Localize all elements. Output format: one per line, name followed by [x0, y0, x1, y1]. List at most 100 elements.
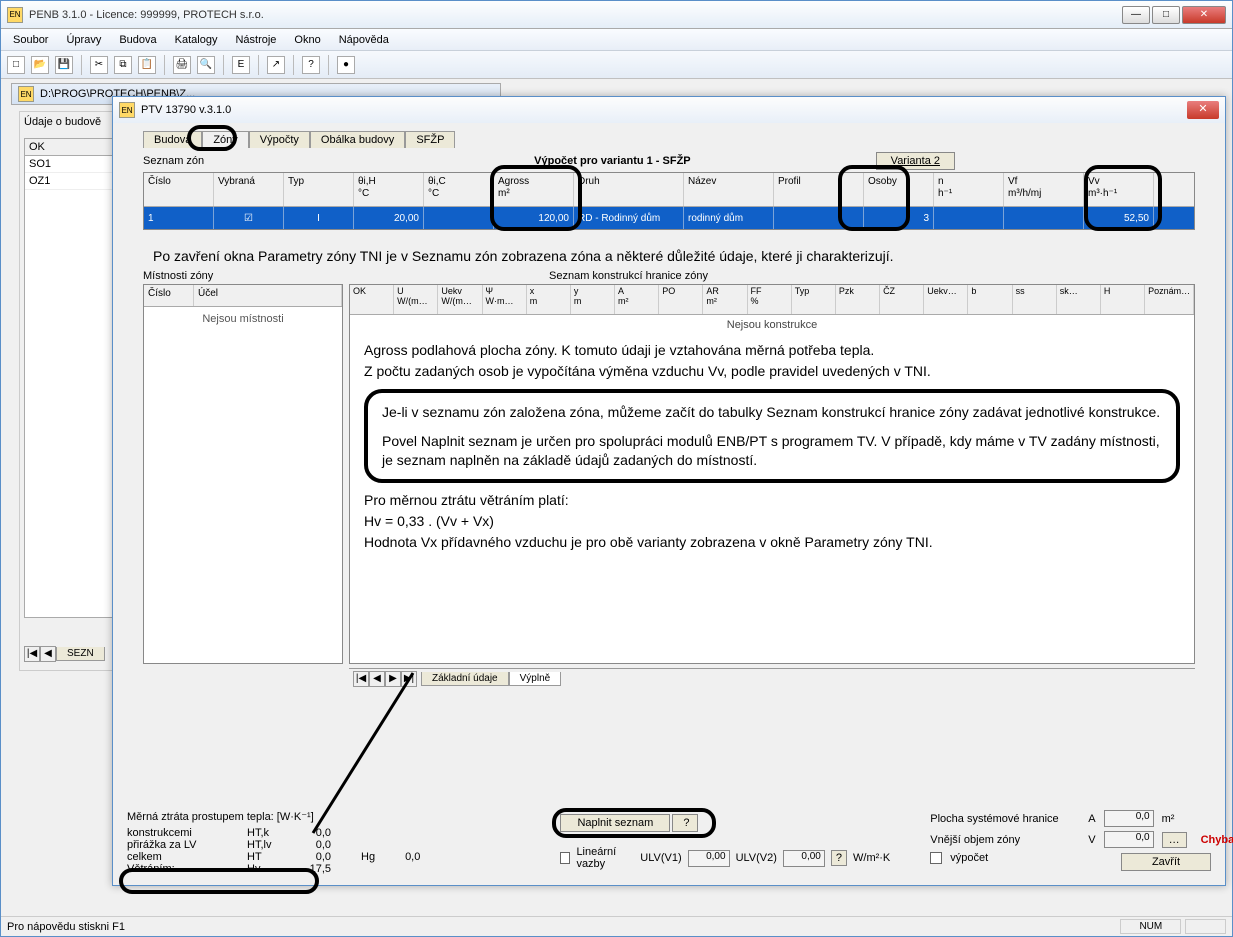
- zones-grid-row[interactable]: 1 ☑ I 20,00 120,00 RD - Rodinný dům rodi…: [144, 207, 1194, 229]
- menu-napoveda[interactable]: Nápověda: [331, 32, 397, 48]
- constr-col[interactable]: ČZ: [880, 285, 924, 314]
- tab-zony[interactable]: Zóny: [202, 131, 248, 148]
- open-icon[interactable]: 📂: [31, 56, 49, 74]
- constr-text-2: Z počtu zadaných osob je vypočítána výmě…: [364, 362, 1180, 381]
- menu-katalogy[interactable]: Katalogy: [167, 32, 226, 48]
- zones-grid: Číslo Vybraná Typ θi,H °C θi,C °C Agross…: [143, 172, 1195, 230]
- ulv-help-button[interactable]: ?: [831, 850, 847, 866]
- menu-soubor[interactable]: Soubor: [5, 32, 56, 48]
- rooms-col-cislo[interactable]: Číslo: [144, 285, 194, 306]
- col-nazev[interactable]: Název: [684, 173, 774, 206]
- col-n[interactable]: n h⁻¹: [934, 173, 1004, 206]
- left-panel-label: Údaje o budově: [24, 116, 114, 128]
- constr-col[interactable]: PO: [659, 285, 703, 314]
- col-vv[interactable]: Vv m³·h⁻¹: [1084, 173, 1154, 206]
- tab-nav-first-icon[interactable]: |◀: [353, 671, 369, 687]
- col-vybrana[interactable]: Vybraná: [214, 173, 284, 206]
- constr-col[interactable]: Uekv…: [924, 285, 968, 314]
- zavrit-button[interactable]: Zavřít: [1121, 853, 1211, 871]
- constructions-grid: OKU W/(m…Uekv W/(m…Ψ W·m…x my mA m²POAR …: [349, 284, 1195, 664]
- tab-sfzp[interactable]: SFŽP: [405, 131, 455, 148]
- constr-col[interactable]: sk…: [1057, 285, 1101, 314]
- constr-col[interactable]: Typ: [792, 285, 836, 314]
- menu-nastroje[interactable]: Nástroje: [227, 32, 284, 48]
- preview-icon[interactable]: 🔍: [197, 56, 215, 74]
- col-tih[interactable]: θi,H °C: [354, 173, 424, 206]
- nav-first-icon[interactable]: |◀: [24, 646, 40, 662]
- col-typ[interactable]: Typ: [284, 173, 354, 206]
- constr-col[interactable]: y m: [571, 285, 615, 314]
- minimize-button[interactable]: ―: [1122, 6, 1150, 24]
- btab-zakladni[interactable]: Základní údaje: [421, 672, 509, 686]
- left-tab-sezn[interactable]: SEZN: [56, 647, 105, 661]
- dialog-titlebar: EN PTV 13790 v.3.1.0 ✕: [113, 97, 1225, 123]
- constr-col[interactable]: Uekv W/(m…: [438, 285, 482, 314]
- paste-icon[interactable]: 📋: [138, 56, 156, 74]
- export-icon[interactable]: ↗: [267, 56, 285, 74]
- col-tic[interactable]: θi,C °C: [424, 173, 494, 206]
- cut-icon[interactable]: ✂: [90, 56, 108, 74]
- menu-okno[interactable]: Okno: [286, 32, 328, 48]
- heat-loss-table: Měrná ztráta prostupem tepla: [W·K⁻¹] ko…: [127, 810, 420, 875]
- nav-prev-icon[interactable]: ◀: [40, 646, 56, 662]
- constr-col[interactable]: AR m²: [703, 285, 747, 314]
- col-druh[interactable]: Druh: [574, 173, 684, 206]
- tab-nav-next-icon[interactable]: ▶: [385, 671, 401, 687]
- print-icon[interactable]: 🖨: [173, 56, 191, 74]
- constr-col[interactable]: Pzk: [836, 285, 880, 314]
- constr-col[interactable]: x m: [527, 285, 571, 314]
- about-icon[interactable]: ●: [337, 56, 355, 74]
- col-vf[interactable]: Vf m³/h/mj: [1004, 173, 1084, 206]
- constr-text-4: Hv = 0,33 . (Vv + Vx): [364, 512, 1180, 531]
- excel-icon[interactable]: E: [232, 56, 250, 74]
- close-button[interactable]: ✕: [1182, 6, 1226, 24]
- explain-text-1: Po zavření okna Parametry zóny TNI je v …: [153, 248, 1185, 264]
- rooms-col-ucel[interactable]: Účel: [194, 285, 342, 306]
- volume-more-button[interactable]: …: [1162, 832, 1187, 848]
- save-icon[interactable]: 💾: [55, 56, 73, 74]
- constr-col[interactable]: FF %: [748, 285, 792, 314]
- left-grid-row[interactable]: OZ1: [25, 173, 113, 190]
- help-icon[interactable]: ?: [302, 56, 320, 74]
- tab-nav-last-icon[interactable]: ▶|: [401, 671, 417, 687]
- new-icon[interactable]: □: [7, 56, 25, 74]
- dialog-close-icon[interactable]: ✕: [1187, 101, 1219, 119]
- menu-upravy[interactable]: Úpravy: [58, 32, 109, 48]
- fill-list-button[interactable]: Naplnit seznam: [560, 814, 670, 832]
- constr-col[interactable]: ss: [1013, 285, 1057, 314]
- constr-text-5: Hodnota Vx přídavného vzduchu je pro obě…: [364, 533, 1180, 552]
- constr-col[interactable]: Ψ W·m…: [483, 285, 527, 314]
- constr-col[interactable]: OK: [350, 285, 394, 314]
- status-num: NUM: [1120, 919, 1181, 934]
- tab-vypocty[interactable]: Výpočty: [249, 131, 310, 148]
- toolbar: □ 📂 💾 ✂ ⧉ 📋 🖨 🔍 E ↗ ? ●: [1, 51, 1232, 79]
- left-grid-row[interactable]: SO1: [25, 156, 113, 173]
- rooms-title: Místnosti zóny: [143, 270, 343, 282]
- constr-col[interactable]: A m²: [615, 285, 659, 314]
- col-agross[interactable]: Agross m²: [494, 173, 574, 206]
- vypocet-checkbox[interactable]: [930, 852, 942, 864]
- constr-col[interactable]: H: [1101, 285, 1145, 314]
- tab-nav-prev-icon[interactable]: ◀: [369, 671, 385, 687]
- constr-col[interactable]: U W/(m…: [394, 285, 438, 314]
- varianta-button[interactable]: Varianta 2: [876, 152, 955, 170]
- maximize-button[interactable]: □: [1152, 6, 1180, 24]
- linear-checkbox[interactable]: [560, 852, 570, 864]
- copy-icon[interactable]: ⧉: [114, 56, 132, 74]
- constr-col[interactable]: b: [968, 285, 1012, 314]
- help-button[interactable]: ?: [672, 814, 698, 832]
- left-grid-header: OK: [25, 139, 113, 156]
- btab-vyplne[interactable]: Výplně: [509, 672, 562, 686]
- col-osoby[interactable]: Osoby: [864, 173, 934, 206]
- dialog-icon: EN: [119, 102, 135, 118]
- menu-budova[interactable]: Budova: [111, 32, 164, 48]
- status-hint: Pro nápovědu stiskni F1: [7, 921, 125, 933]
- tab-obalka[interactable]: Obálka budovy: [310, 131, 405, 148]
- constr-text-3: Pro měrnou ztrátu větráním platí:: [364, 491, 1180, 510]
- rooms-empty: Nejsou místnosti: [144, 307, 342, 331]
- col-profil[interactable]: Profil: [774, 173, 864, 206]
- tab-budova[interactable]: Budova: [143, 131, 202, 148]
- col-cislo[interactable]: Číslo: [144, 173, 214, 206]
- app-icon: EN: [7, 7, 23, 23]
- constr-col[interactable]: Poznám…: [1145, 285, 1194, 314]
